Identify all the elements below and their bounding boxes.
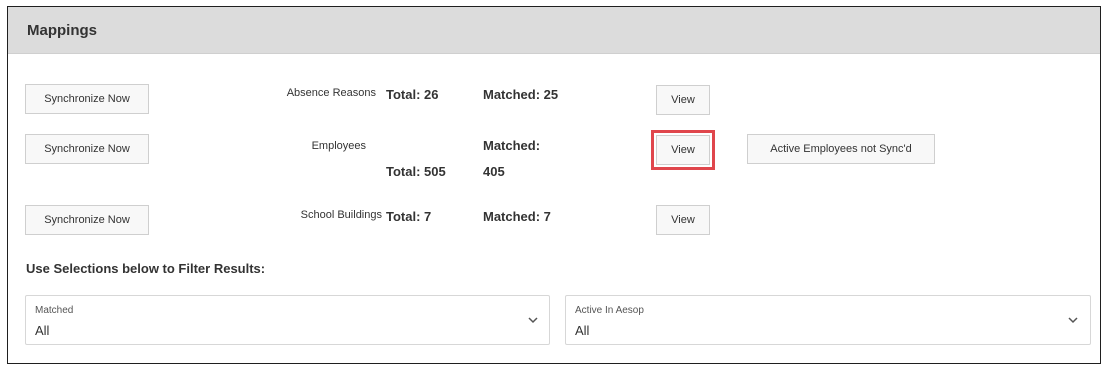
- synchronize-now-button-absence-reasons[interactable]: Synchronize Now: [25, 84, 149, 114]
- row-label-school-buildings: School Buildings: [300, 209, 382, 221]
- matched-absence-reasons: Matched: 25: [483, 87, 559, 102]
- matched-filter-select[interactable]: Matched All: [25, 295, 550, 345]
- synchronize-now-button-employees[interactable]: Synchronize Now: [25, 134, 149, 164]
- row-label-absence-reasons: Absence Reasons: [286, 87, 376, 99]
- matched-filter-label: Matched: [35, 305, 74, 316]
- panel-header: Mappings: [8, 7, 1100, 54]
- panel-title: Mappings: [27, 22, 97, 39]
- matched-filter-value: All: [35, 323, 50, 338]
- mappings-panel: Mappings Synchronize Now Absence Reasons…: [7, 6, 1101, 364]
- synchronize-now-button-school-buildings[interactable]: Synchronize Now: [25, 205, 149, 235]
- total-employees: Total: 505: [386, 164, 446, 179]
- active-in-aesop-filter-select[interactable]: Active In Aesop All: [565, 295, 1091, 345]
- view-button-absence-reasons[interactable]: View: [656, 85, 710, 115]
- chevron-down-icon: [1068, 317, 1078, 324]
- total-absence-reasons: Total: 26: [386, 87, 439, 102]
- active-in-aesop-filter-value: All: [575, 323, 590, 338]
- total-school-buildings: Total: 7: [386, 209, 432, 224]
- matched-employees-label: Matched:: [483, 138, 541, 153]
- row-label-employees: Employees: [311, 140, 366, 152]
- view-button-school-buildings[interactable]: View: [656, 205, 710, 235]
- active-in-aesop-filter-label: Active In Aesop: [575, 305, 644, 316]
- view-button-employees[interactable]: View: [651, 130, 715, 170]
- active-employees-not-synced-button[interactable]: Active Employees not Sync'd: [747, 134, 935, 164]
- chevron-down-icon: [528, 317, 538, 324]
- matched-employees-value: 405: [483, 164, 505, 179]
- matched-school-buildings: Matched: 7: [483, 209, 551, 224]
- filter-section-title: Use Selections below to Filter Results:: [26, 261, 266, 276]
